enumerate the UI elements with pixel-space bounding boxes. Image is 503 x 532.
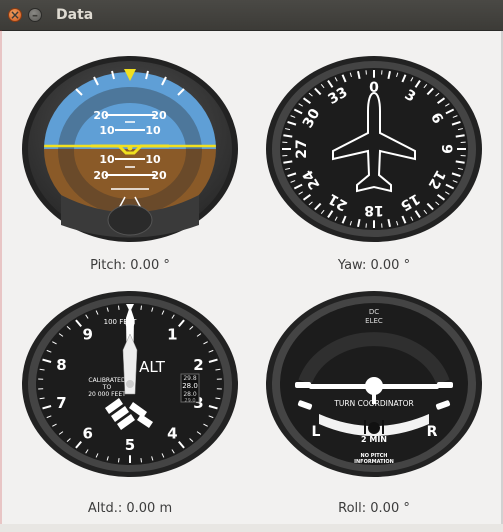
turn-right-label: R bbox=[427, 424, 438, 440]
attitude-indicator: 20 20 10 10 10 10 20 20 bbox=[21, 55, 239, 243]
attitude-indicator-graphic: 20 20 10 10 10 10 20 20 bbox=[22, 56, 238, 242]
pitch-mark-20-up-left: 20 bbox=[93, 109, 109, 122]
turn-left-label: L bbox=[312, 424, 321, 440]
altimeter-number-4: 4 bbox=[167, 424, 177, 442]
pitch-unit: ° bbox=[163, 258, 170, 273]
background-strip bbox=[0, 524, 503, 532]
heading-indicator-graphic: 0 3691215182124273033 bbox=[266, 56, 482, 242]
altimeter-graphic: 0123456789 100 FEET ALT CALIBRATED TO 20… bbox=[22, 291, 238, 477]
calibration-line-2: TO bbox=[102, 384, 112, 391]
roll-label: Roll: bbox=[338, 501, 367, 516]
turn-coordinator-graphic: DC ELEC TURN COORDINATOR L R 2 MIN NO PI… bbox=[266, 291, 482, 477]
altimeter-number-1: 1 bbox=[167, 326, 177, 344]
power-text-2: ELEC bbox=[365, 317, 383, 325]
roll-value: 0.00 bbox=[370, 501, 400, 516]
power-text-1: DC bbox=[369, 308, 379, 316]
pitch-mark-10-up-left: 10 bbox=[99, 124, 115, 137]
turn-mark-right-level bbox=[437, 382, 453, 388]
pitch-mark-10-down-right: 10 bbox=[145, 153, 161, 166]
minimize-icon: – bbox=[32, 8, 38, 22]
altimeter-number-9: 9 bbox=[82, 326, 92, 344]
two-min-text: 2 MIN bbox=[361, 435, 387, 444]
turn-title: TURN COORDINATOR bbox=[333, 399, 413, 408]
close-icon: × bbox=[9, 8, 21, 22]
title-bar[interactable]: × – Data bbox=[0, 0, 503, 31]
pitch-mark-20-down-right: 20 bbox=[151, 169, 167, 182]
heading-indicator: 0 3 6 9 12 15 18 21 24 27 30 33 bbox=[265, 55, 483, 243]
turn-airplane-body bbox=[365, 377, 383, 395]
pitch-readout: Pitch: 0.00 ° bbox=[30, 258, 230, 273]
info-text-2: INFORMATION bbox=[354, 459, 394, 465]
calibration-line-3: 20 000 FEET bbox=[88, 391, 126, 398]
altimeter-number-6: 6 bbox=[82, 424, 92, 442]
turn-mark-left-level bbox=[295, 382, 311, 388]
yaw-value: 0.00 bbox=[370, 258, 400, 273]
inclinometer-ball bbox=[368, 422, 380, 434]
altitude-value: 0.00 bbox=[126, 501, 156, 516]
pitch-mark-10-down-left: 10 bbox=[99, 153, 115, 166]
altimeter-number-8: 8 bbox=[56, 356, 66, 374]
roll-readout: Roll: 0.00 ° bbox=[274, 501, 474, 516]
kollsman-value-4: 29.0 bbox=[184, 398, 195, 404]
pitch-value: 0.00 bbox=[130, 258, 160, 273]
yaw-label: Yaw: bbox=[337, 258, 367, 273]
data-window: × – Data 20 20 10 10 10 10 20 20 Pitch: … bbox=[0, 0, 503, 532]
altimeter-number-7: 7 bbox=[56, 394, 66, 412]
pitch-mark-20-up-right: 20 bbox=[151, 109, 167, 122]
calibration-line-1: CALIBRATED bbox=[88, 377, 126, 384]
kollsman-value-3: 28.0 bbox=[183, 391, 197, 398]
compass-label-9: 9 bbox=[438, 144, 454, 154]
yaw-readout: Yaw: 0.00 ° bbox=[274, 258, 474, 273]
alt-text: ALT bbox=[139, 358, 166, 376]
altitude-readout: Altd.: 0.00 m bbox=[30, 501, 230, 516]
window-edge-left bbox=[0, 30, 2, 524]
pitch-label: Pitch: bbox=[90, 258, 127, 273]
minimize-button[interactable]: – bbox=[28, 8, 42, 22]
pitch-mark-20-down-left: 20 bbox=[93, 169, 109, 182]
roll-unit: ° bbox=[403, 501, 410, 516]
kollsman-value-1: 29.8 bbox=[183, 375, 197, 382]
altitude-unit: m bbox=[159, 501, 173, 516]
altimeter: 0123456789 100 FEET ALT CALIBRATED TO 20… bbox=[21, 290, 239, 478]
adjust-knob[interactable] bbox=[107, 204, 153, 236]
kollsman-value-2: 28.0 bbox=[182, 382, 198, 390]
close-button[interactable]: × bbox=[8, 8, 22, 22]
altitude-label: Altd.: bbox=[87, 501, 123, 516]
compass-label-27: 27 bbox=[294, 139, 310, 158]
pitch-mark-10-up-right: 10 bbox=[145, 124, 161, 137]
altimeter-number-5: 5 bbox=[125, 436, 135, 454]
window-title: Data bbox=[56, 7, 94, 23]
turn-coordinator: DC ELEC TURN COORDINATOR L R 2 MIN NO PI… bbox=[265, 290, 483, 478]
altimeter-number-2: 2 bbox=[193, 356, 203, 374]
compass-label-18: 18 bbox=[364, 202, 383, 218]
yaw-unit: ° bbox=[403, 258, 411, 273]
